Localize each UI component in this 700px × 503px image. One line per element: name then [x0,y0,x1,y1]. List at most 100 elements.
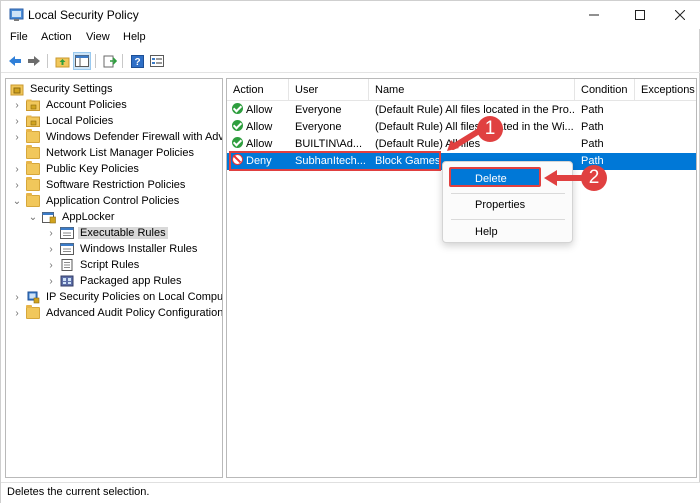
close-icon [675,10,685,20]
chevron-right-icon[interactable]: › [12,289,22,305]
cell-action: Allow [232,119,289,136]
chevron-right-icon[interactable]: › [12,177,22,193]
security-settings-icon [10,83,24,96]
up-folder-icon [55,57,69,67]
allow-check-icon [232,103,243,114]
chevron-down-icon[interactable]: ⌄ [28,209,38,225]
table-row[interactable]: Allow Everyone (Default Rule) All files … [227,119,696,136]
export-list-button[interactable] [101,52,119,70]
column-header-condition[interactable]: Condition [575,79,635,101]
tree-item-advanced-audit-policy[interactable]: › Advanced Audit Policy Configuration [12,305,222,321]
tree-item-executable-rules[interactable]: › Executable Rules [46,225,168,241]
forward-arrow-icon [28,56,40,66]
context-menu-properties[interactable]: Properties [447,195,569,215]
folder-icon [26,129,40,143]
context-menu-delete[interactable]: Delete [449,167,541,187]
properties-button[interactable] [148,52,166,70]
properties-icon [150,55,164,67]
folder-lock-icon [26,99,40,111]
console-tree[interactable]: Security Settings › Account Policies › L… [5,78,223,478]
folder-lock-icon [26,115,40,127]
cell-name: (Default Rule) All files located in the … [375,104,575,116]
status-text: Deletes the current selection. [7,486,150,498]
chevron-right-icon[interactable]: › [46,225,56,241]
tree-item-application-control-policies[interactable]: ⌄ Application Control Policies [12,193,181,209]
rules-icon [60,227,74,239]
window-title: Local Security Policy [28,8,139,22]
back-button[interactable] [6,52,24,70]
svg-text:?: ? [134,57,140,68]
tree-item-script-rules[interactable]: › Script Rules [46,257,141,273]
tree-item-ip-security-policies[interactable]: › IP Security Policies on Local Compute [12,289,222,305]
help-button[interactable]: ? [128,52,146,70]
tree-item-account-policies[interactable]: › Account Policies [12,97,129,113]
chevron-right-icon[interactable]: › [46,257,56,273]
callout-step-1: 1 [477,116,503,142]
tree-item-network-list-manager[interactable]: Network List Manager Policies [12,145,196,161]
export-list-icon [103,55,117,67]
column-header-exceptions[interactable]: Exceptions [635,79,696,101]
chevron-right-icon[interactable]: › [12,161,22,177]
column-header-name[interactable]: Name [369,79,575,101]
tree-item-packaged-app-rules[interactable]: › Packaged app Rules [46,273,184,289]
chevron-down-icon[interactable]: ⌄ [12,193,22,209]
column-header-user[interactable]: User [289,79,369,101]
show-hide-tree-button[interactable] [73,52,91,70]
show-hide-tree-icon [75,55,89,67]
chevron-right-icon[interactable]: › [12,305,22,321]
chevron-right-icon[interactable]: › [46,241,56,257]
chevron-right-icon[interactable]: › [12,129,22,145]
menu-view[interactable]: View [86,31,110,43]
title-bar: Local Security Policy [1,1,700,29]
applocker-icon [42,211,56,224]
annotation-highlight-row [229,151,441,171]
toolbar-separator [122,54,123,68]
back-arrow-icon [9,56,21,66]
forward-button[interactable] [25,52,43,70]
cell-action: Allow [232,102,289,119]
folder-icon [26,177,40,191]
minimize-icon [589,14,599,16]
toolbar-separator [95,54,96,68]
allow-check-icon [232,137,243,148]
chevron-right-icon[interactable]: › [46,273,56,289]
tree-item-windows-defender-firewall[interactable]: › Windows Defender Firewall with Adva [12,129,222,145]
minimize-button[interactable] [571,1,617,29]
menu-bar: File Action View Help [1,29,700,49]
cell-name: (Default Rule) All files located in the … [375,121,574,133]
cell-condition: Path [581,121,604,133]
column-header-action[interactable]: Action [227,79,289,101]
menu-file[interactable]: File [10,31,28,43]
close-button[interactable] [657,1,700,29]
local-security-policy-window: Local Security Policy File Action View H… [0,0,700,503]
menu-action[interactable]: Action [41,31,72,43]
security-policy-icon [9,8,24,21]
maximize-icon [635,10,645,20]
chevron-right-icon[interactable]: › [12,97,22,113]
allow-check-icon [232,120,243,131]
tree-item-windows-installer-rules[interactable]: › Windows Installer Rules [46,241,199,257]
toolbar-separator [47,54,48,68]
folder-icon [26,161,40,175]
context-menu: Delete Properties Help [442,161,573,243]
rules-icon [60,259,74,271]
tree-item-software-restriction-policies[interactable]: › Software Restriction Policies [12,177,187,193]
help-icon: ? [130,54,144,68]
cell-condition: Path [581,104,604,116]
folder-icon [26,305,40,319]
callout-step-2: 2 [581,165,607,191]
ip-security-icon [26,291,40,304]
list-header: Action User Name Condition Exceptions [227,79,696,101]
tree-item-applocker[interactable]: ⌄ AppLocker [28,209,117,225]
up-one-level-button[interactable] [53,52,71,70]
tree-item-security-settings[interactable]: Security Settings [10,81,115,97]
chevron-right-icon[interactable]: › [12,113,22,129]
rules-list[interactable]: Action User Name Condition Exceptions Al… [226,78,697,478]
menu-help[interactable]: Help [123,31,146,43]
tree-item-local-policies[interactable]: › Local Policies [12,113,115,129]
table-row[interactable]: Allow Everyone (Default Rule) All files … [227,102,696,119]
context-menu-help[interactable]: Help [447,222,569,242]
menu-separator [451,219,565,220]
tree-item-public-key-policies[interactable]: › Public Key Policies [12,161,141,177]
cell-user: Everyone [295,121,342,133]
